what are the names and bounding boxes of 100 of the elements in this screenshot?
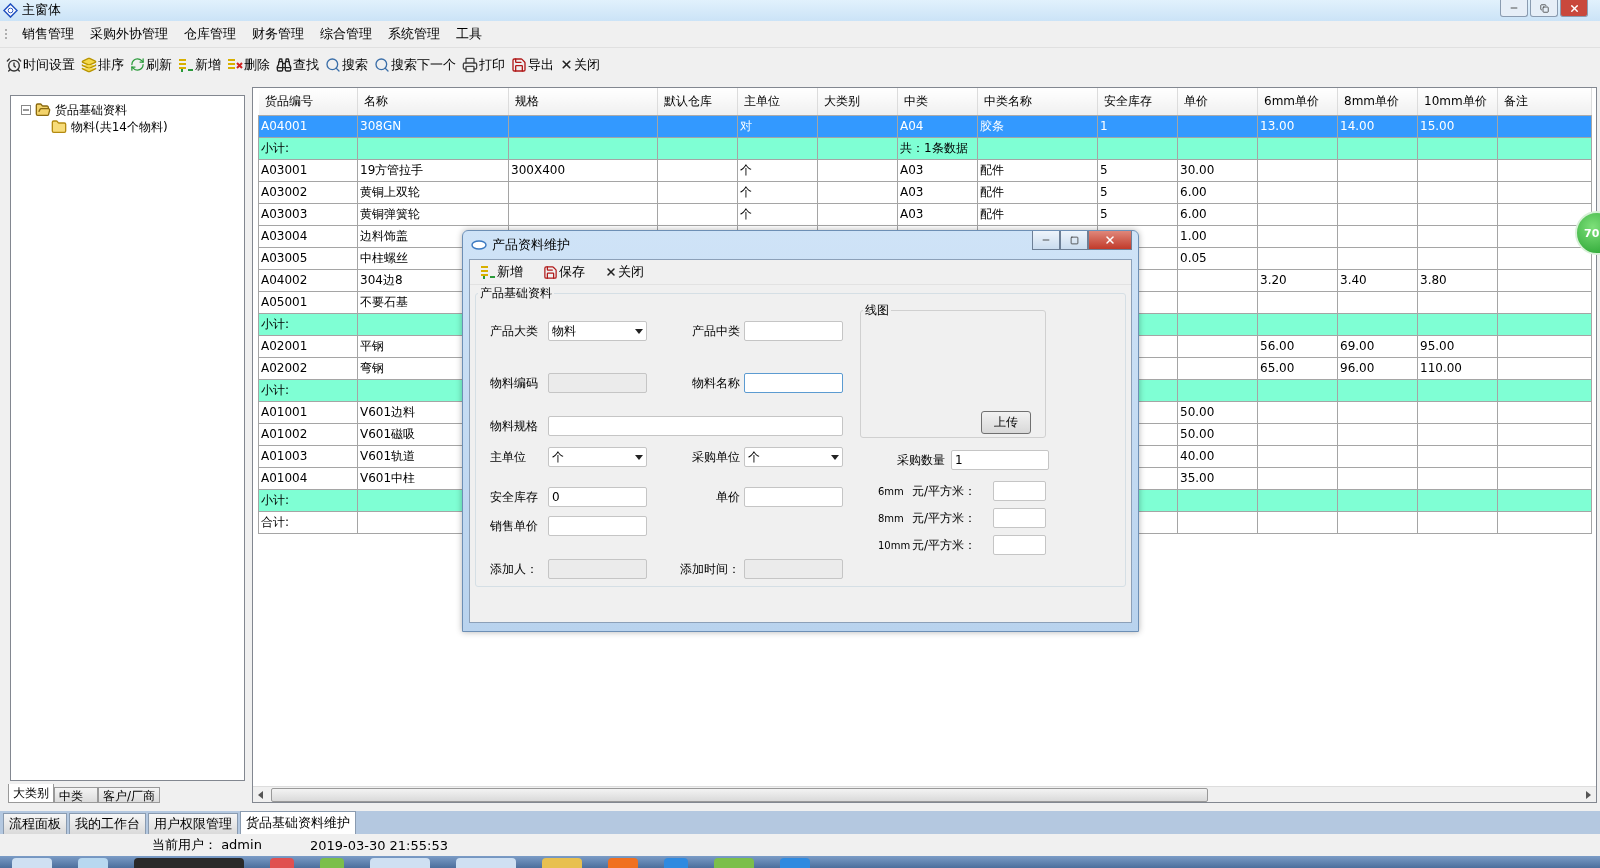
column-header[interactable]: 备注 xyxy=(1497,87,1592,116)
taskbar-button[interactable] xyxy=(714,858,754,868)
input-field[interactable] xyxy=(548,416,843,436)
column-header[interactable]: 中类 xyxy=(897,87,978,116)
toolbar-button[interactable]: 关闭 xyxy=(603,260,648,284)
toolbar-button[interactable]: 时间设置 xyxy=(4,52,79,77)
menu-item[interactable]: 工具 xyxy=(448,24,490,43)
input-field[interactable] xyxy=(993,535,1046,555)
column-header[interactable]: 中类名称 xyxy=(977,87,1098,116)
collapse-icon[interactable] xyxy=(21,105,31,116)
restore-button[interactable] xyxy=(1530,0,1558,17)
search-icon xyxy=(374,56,390,73)
upload-button[interactable]: 上传 xyxy=(981,411,1031,434)
table-cell: 14.00 xyxy=(1337,115,1418,138)
column-header[interactable]: 默认仓库 xyxy=(657,87,738,116)
table-cell: 15.00 xyxy=(1417,115,1498,138)
taskbar-button[interactable] xyxy=(608,858,638,868)
tree-item[interactable]: 货品基础资料 xyxy=(55,101,127,119)
table-cell: A03 xyxy=(897,203,978,226)
table-cell: 19方管拉手 xyxy=(357,159,509,182)
input-field[interactable]: 1 xyxy=(951,450,1049,470)
toolbar-button[interactable]: 刷新 xyxy=(128,52,176,77)
input-field[interactable]: 0 xyxy=(548,487,647,507)
taskbar-button[interactable] xyxy=(780,858,810,868)
column-header[interactable]: 安全库存 xyxy=(1097,87,1178,116)
toolbar-button[interactable]: 查找 xyxy=(274,52,323,77)
toolbar-button[interactable]: 搜索 xyxy=(323,52,372,77)
column-header[interactable]: 名称 xyxy=(357,87,509,116)
scroll-thumb[interactable] xyxy=(271,787,1208,802)
input-field[interactable] xyxy=(744,487,843,507)
table-cell: 65.00 xyxy=(1257,357,1338,380)
toolbar-button[interactable]: 新增 xyxy=(176,52,225,77)
taskbar-button[interactable] xyxy=(664,858,688,868)
table-cell: A02002 xyxy=(258,357,358,380)
column-header[interactable]: 规格 xyxy=(508,87,658,116)
taskbar-button[interactable] xyxy=(134,858,244,868)
scroll-right-icon[interactable] xyxy=(1584,790,1592,799)
tab[interactable]: 中类 xyxy=(54,787,98,804)
close-button[interactable] xyxy=(1560,0,1588,17)
input-field[interactable] xyxy=(993,508,1046,528)
column-header[interactable]: 大类别 xyxy=(817,87,898,116)
horizontal-scrollbar[interactable] xyxy=(253,786,1596,803)
tab[interactable]: 大类别 xyxy=(8,784,54,804)
taskbar-button[interactable] xyxy=(78,858,108,868)
column-header[interactable]: 货品编号 xyxy=(258,87,358,116)
menu-item[interactable]: 销售管理 xyxy=(14,24,82,43)
column-header[interactable]: 6mm单价 xyxy=(1257,87,1338,116)
taskbar-button[interactable] xyxy=(456,858,516,868)
toolbar-button[interactable]: 排序 xyxy=(79,52,128,77)
column-header[interactable]: 单价 xyxy=(1177,87,1258,116)
taskbar-button[interactable] xyxy=(12,858,52,868)
taskbar-button[interactable] xyxy=(370,858,430,868)
menu-item[interactable]: 综合管理 xyxy=(312,24,380,43)
tab[interactable]: 客户/厂商 xyxy=(98,787,161,804)
close-button[interactable] xyxy=(1088,231,1132,250)
dropdown[interactable]: 个 xyxy=(744,447,843,467)
minimize-button[interactable] xyxy=(1500,0,1528,17)
menu-item[interactable]: 系统管理 xyxy=(380,24,448,43)
table-cell: 对 xyxy=(737,115,818,138)
table-cell: 配件 xyxy=(977,159,1098,182)
toolbar-button[interactable]: 导出 xyxy=(509,52,558,77)
menu-item[interactable]: 仓库管理 xyxy=(176,24,244,43)
column-header[interactable]: 主单位 xyxy=(737,87,818,116)
refresh-icon xyxy=(130,57,145,73)
table-cell: A03004 xyxy=(258,225,358,248)
taskbar-button[interactable] xyxy=(270,858,294,868)
table-cell: A01003 xyxy=(258,445,358,468)
toolbar-button[interactable]: 关闭 xyxy=(558,52,604,77)
tab[interactable]: 货品基础资料维护 xyxy=(240,811,356,835)
table-cell: 3.40 xyxy=(1337,269,1418,292)
menu-item[interactable]: 财务管理 xyxy=(244,24,312,43)
column-header[interactable]: 10mm单价 xyxy=(1417,87,1498,116)
column-header[interactable]: 8mm单价 xyxy=(1337,87,1418,116)
table-cell: 小计: xyxy=(258,489,358,512)
scroll-left-icon[interactable] xyxy=(257,790,265,799)
input-field[interactable] xyxy=(993,481,1046,501)
taskbar-button[interactable] xyxy=(542,858,582,868)
taskbar-button[interactable] xyxy=(320,858,344,868)
tab[interactable]: 我的工作台 xyxy=(69,813,146,835)
tree-item[interactable]: 物料(共14个物料) xyxy=(71,118,168,136)
table-cell: 配件 xyxy=(977,203,1098,226)
input-field[interactable] xyxy=(744,321,843,341)
toolbar-button[interactable]: 删除 xyxy=(225,52,274,77)
tab[interactable]: 流程面板 xyxy=(3,813,67,835)
input-field[interactable] xyxy=(548,516,647,536)
toolbar-button[interactable]: 保存 xyxy=(541,260,589,284)
tab[interactable]: 用户权限管理 xyxy=(148,813,238,835)
toolbar-button[interactable]: 搜索下一个 xyxy=(372,52,460,77)
toolbar-button[interactable]: 打印 xyxy=(460,52,509,77)
input-field[interactable] xyxy=(744,373,843,393)
minimize-button[interactable] xyxy=(1032,231,1060,250)
table-cell: 50.00 xyxy=(1177,423,1258,446)
dropdown[interactable]: 个 xyxy=(548,447,647,467)
table-cell: 个 xyxy=(737,181,818,204)
menu-item[interactable]: 采购外协管理 xyxy=(82,24,176,43)
maximize-button[interactable] xyxy=(1060,231,1088,250)
field-label: 采购单位 xyxy=(691,448,741,466)
table-cell: 30.00 xyxy=(1177,159,1258,182)
table-cell: 56.00 xyxy=(1257,335,1338,358)
dropdown[interactable]: 物料 xyxy=(548,321,647,341)
